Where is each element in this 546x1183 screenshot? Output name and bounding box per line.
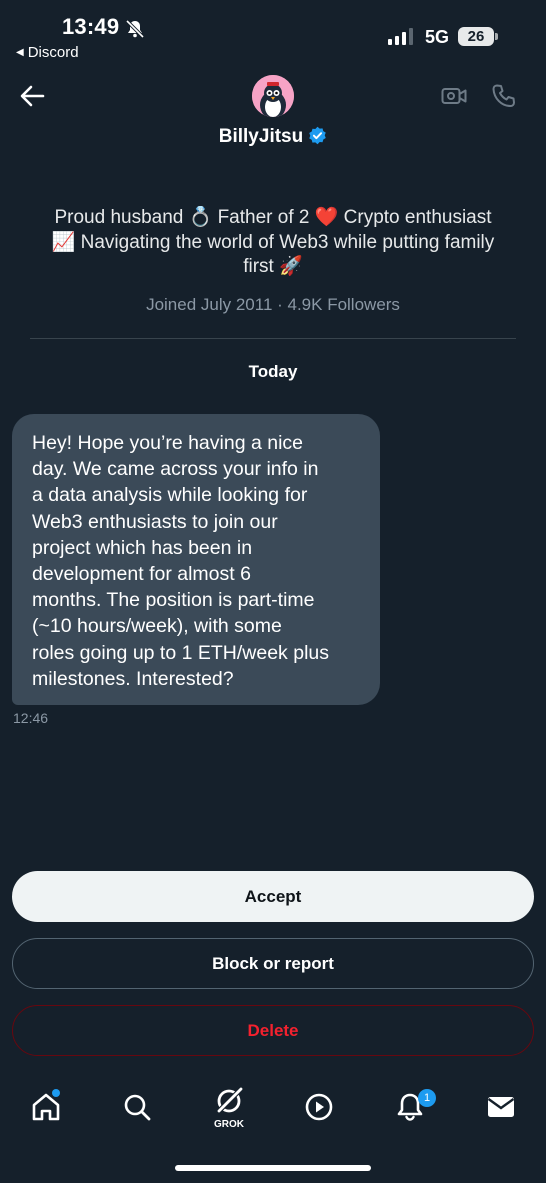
message-line: milestones. Interested? [32,667,234,690]
back-to-app-link[interactable]: ◀ Discord [16,44,79,61]
bio-line: 📈 Navigating the world of Web3 while put… [51,231,495,253]
status-time: 13:49 [62,14,120,39]
network-label: 5G [425,27,450,47]
avatar[interactable] [252,75,294,117]
accept-button[interactable]: Accept [12,871,534,922]
signal-icon [388,27,413,45]
block-or-report-button[interactable]: Block or report [12,938,534,989]
joined-followers: Joined July 2011 · 4.9K Followers [146,295,400,314]
back-triangle-icon: ◀ [16,47,24,58]
penguin-avatar-icon [252,75,294,117]
bio-line: first 🚀 [243,256,303,277]
date-separator: Today [248,362,298,381]
delete-button[interactable]: Delete [12,1005,534,1056]
grok-label: GROK [214,1119,244,1130]
back-app-label: Discord [27,44,79,61]
profile-bio: Proud husband 💍 Father of 2 ❤️ Crypto en… [20,206,526,280]
message-line: project which has been in [32,536,253,559]
message-line: roles going up to 1 ETH/week plus [32,641,329,664]
home-indicator[interactable] [175,1165,371,1171]
video-icon[interactable] [440,82,468,110]
phone-icon[interactable] [490,82,518,110]
battery-tip [495,33,498,40]
message-timestamp: 12:46 [13,710,49,726]
battery-icon: 26 [458,27,494,46]
profile-name[interactable]: BillyJitsu [0,126,546,148]
messages-icon[interactable] [484,1090,518,1124]
message-line: a data analysis while looking for [32,484,308,507]
message-line: day. We came across your info in [32,458,319,481]
profile-name-text: BillyJitsu [218,126,304,147]
message-line: Web3 enthusiasts to join our [32,510,278,533]
back-arrow-icon[interactable] [18,82,46,110]
message-line: Hey! Hope you’re having a nice [32,432,303,454]
verified-badge-icon [309,126,326,145]
search-icon[interactable] [120,1090,154,1124]
message-line: months. The position is part-time [32,589,315,612]
divider [30,338,516,339]
message-line: (~10 hours/week), with some [32,615,282,638]
bell-muted-icon [125,19,145,39]
message-line: development for almost 6 [32,563,251,586]
notification-badge: 1 [418,1089,436,1107]
message-bubble[interactable]: Hey! Hope you’re having a nice day. We c… [12,414,380,705]
bio-line: Proud husband 💍 Father of 2 ❤️ Crypto en… [54,207,492,228]
grok-icon[interactable] [212,1084,246,1118]
video-play-icon[interactable] [302,1090,336,1124]
home-unread-dot [52,1089,60,1097]
